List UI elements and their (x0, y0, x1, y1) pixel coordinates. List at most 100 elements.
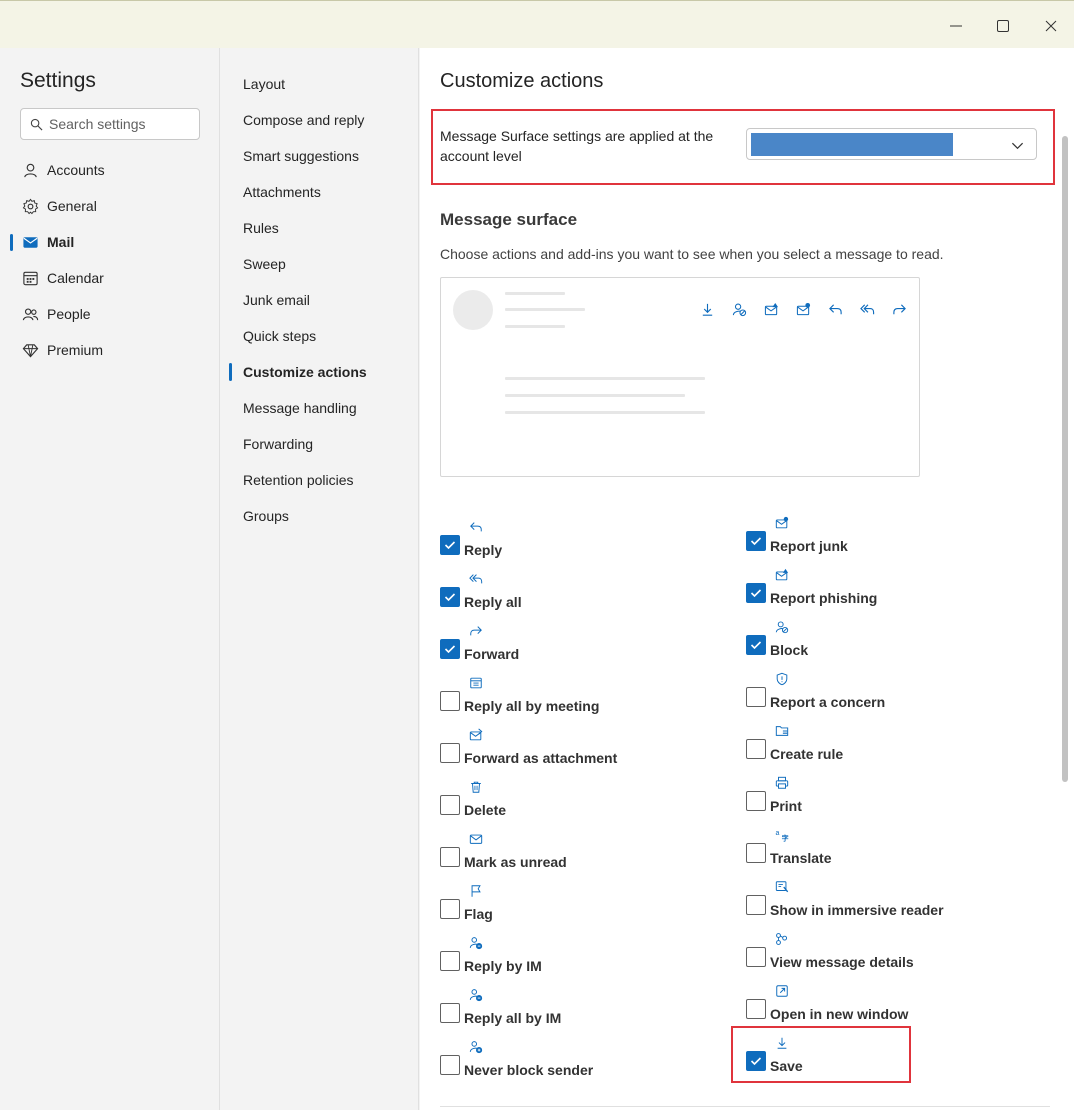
sidebar-item-general[interactable]: General (10, 190, 210, 222)
mail-attach-icon (469, 728, 483, 741)
reply-all-icon (469, 574, 483, 584)
view-message-details-checkbox[interactable] (746, 947, 766, 967)
close-button[interactable] (1040, 15, 1062, 37)
forward-checkbox[interactable] (440, 639, 460, 659)
placeholder-line (505, 292, 565, 295)
subnav-item-groups[interactable]: Groups (229, 500, 409, 532)
reply-all-icon (859, 304, 874, 315)
option-reply-all-by-im[interactable]: Reply all by IM (440, 988, 720, 1038)
show-in-immersive-reader-checkbox[interactable] (746, 895, 766, 915)
subnav-item-smart-suggestions[interactable]: Smart suggestions (229, 140, 409, 172)
open-in-new-window-checkbox[interactable] (746, 999, 766, 1019)
mail-subnav: Layout Compose and reply Smart suggestio… (221, 48, 419, 1110)
subnav-item-forwarding[interactable]: Forwarding (229, 428, 409, 460)
person-chat-icon (469, 937, 483, 950)
report-junk-checkbox[interactable] (746, 531, 766, 551)
reply-all-by-im-checkbox[interactable] (440, 1003, 460, 1023)
content-pane: Customize actions Message Surface settin… (420, 48, 1074, 1110)
search-box[interactable] (20, 108, 200, 140)
gear-icon (22, 198, 39, 214)
option-view-message-details[interactable]: View message details (746, 932, 1026, 982)
option-report-phishing[interactable]: Report phishing (746, 568, 1026, 618)
subnav-item-junk-email[interactable]: Junk email (229, 284, 409, 316)
subnav-item-quick-steps[interactable]: Quick steps (229, 320, 409, 352)
subnav-item-sweep[interactable]: Sweep (229, 248, 409, 280)
option-translate[interactable]: a字 Translate (746, 828, 1026, 878)
option-reply[interactable]: Reply (440, 520, 720, 570)
option-label: Print (770, 798, 802, 814)
settings-sidebar: Settings Accounts General Mail Calendar … (0, 48, 220, 1110)
option-reply-all-by-meeting[interactable]: Reply all by meeting (440, 676, 720, 726)
translate-icon: a字 (775, 830, 788, 842)
translate-checkbox[interactable] (746, 843, 766, 863)
flag-checkbox[interactable] (440, 899, 460, 919)
sidebar-item-label: People (47, 306, 91, 322)
section-description: Choose actions and add-ins you want to s… (440, 246, 944, 262)
option-report-junk[interactable]: Report junk (746, 516, 1026, 566)
option-label: Forward (464, 646, 520, 662)
option-label: Reply all by IM (464, 1010, 562, 1026)
highlight-box (731, 1026, 911, 1083)
placeholder-line (505, 394, 685, 397)
reply-checkbox[interactable] (440, 535, 460, 555)
option-forward-as-attachment[interactable]: Forward as attachment (440, 728, 720, 778)
reply-by-im-checkbox[interactable] (440, 951, 460, 971)
folder-rule-icon (775, 726, 789, 736)
account-selected-value (751, 133, 953, 156)
subnav-item-customize-actions[interactable]: Customize actions (229, 356, 409, 388)
option-print[interactable]: Print (746, 776, 1026, 826)
trash-icon (471, 781, 481, 793)
create-rule-checkbox[interactable] (746, 739, 766, 759)
subnav-item-rules[interactable]: Rules (229, 212, 409, 244)
option-report-a-concern[interactable]: Report a concern (746, 672, 1026, 722)
option-reply-all[interactable]: Reply all (440, 572, 720, 622)
option-reply-by-im[interactable]: Reply by IM (440, 936, 720, 986)
sidebar-item-accounts[interactable]: Accounts (10, 154, 210, 186)
mark-as-unread-checkbox[interactable] (440, 847, 460, 867)
subnav-item-layout[interactable]: Layout (229, 68, 409, 100)
account-dropdown[interactable] (746, 128, 1037, 160)
reply-all-checkbox[interactable] (440, 587, 460, 607)
subnav-item-attachments[interactable]: Attachments (229, 176, 409, 208)
person-add-icon (469, 1041, 483, 1054)
forward-as-attachment-checkbox[interactable] (440, 743, 460, 763)
block-checkbox[interactable] (746, 635, 766, 655)
sidebar-item-label: General (47, 198, 97, 214)
search-input[interactable] (49, 116, 189, 132)
subnav-item-message-handling[interactable]: Message handling (229, 392, 409, 424)
minimize-button[interactable] (945, 15, 967, 37)
option-never-block-sender[interactable]: Never block sender (440, 1040, 720, 1090)
option-block[interactable]: Block (746, 620, 1026, 670)
print-checkbox[interactable] (746, 791, 766, 811)
person-chat-icon (469, 989, 483, 1002)
junk-icon (775, 516, 789, 529)
option-flag[interactable]: Flag (440, 884, 720, 934)
checkmark-icon (750, 537, 762, 546)
calendar-icon (23, 271, 38, 285)
sidebar-item-mail[interactable]: Mail (10, 226, 210, 258)
page-title: Customize actions (440, 70, 604, 92)
report-a-concern-checkbox[interactable] (746, 687, 766, 707)
download-icon (702, 303, 712, 316)
report-phishing-checkbox[interactable] (746, 583, 766, 603)
content-scrollbar[interactable] (1062, 136, 1068, 782)
option-mark-as-unread[interactable]: Mark as unread (440, 832, 720, 882)
sidebar-item-people[interactable]: People (10, 298, 210, 330)
option-delete[interactable]: Delete (440, 780, 720, 830)
option-create-rule[interactable]: Create rule (746, 724, 1026, 774)
sidebar-item-premium[interactable]: Premium (10, 334, 210, 366)
reply-all-by-meeting-checkbox[interactable] (440, 691, 460, 711)
never-block-sender-checkbox[interactable] (440, 1055, 460, 1075)
placeholder-line (505, 325, 565, 328)
subnav-item-compose-and-reply[interactable]: Compose and reply (229, 104, 409, 136)
calendar-icon (470, 677, 482, 689)
option-show-in-immersive-reader[interactable]: Show in immersive reader (746, 880, 1026, 930)
message-surface-preview (440, 277, 920, 477)
option-forward[interactable]: Forward (440, 624, 720, 674)
subnav-item-retention-policies[interactable]: Retention policies (229, 464, 409, 496)
option-label: Block (770, 642, 809, 658)
delete-checkbox[interactable] (440, 795, 460, 815)
option-label: Create rule (770, 746, 844, 762)
maximize-button[interactable] (992, 15, 1014, 37)
sidebar-item-calendar[interactable]: Calendar (10, 262, 210, 294)
